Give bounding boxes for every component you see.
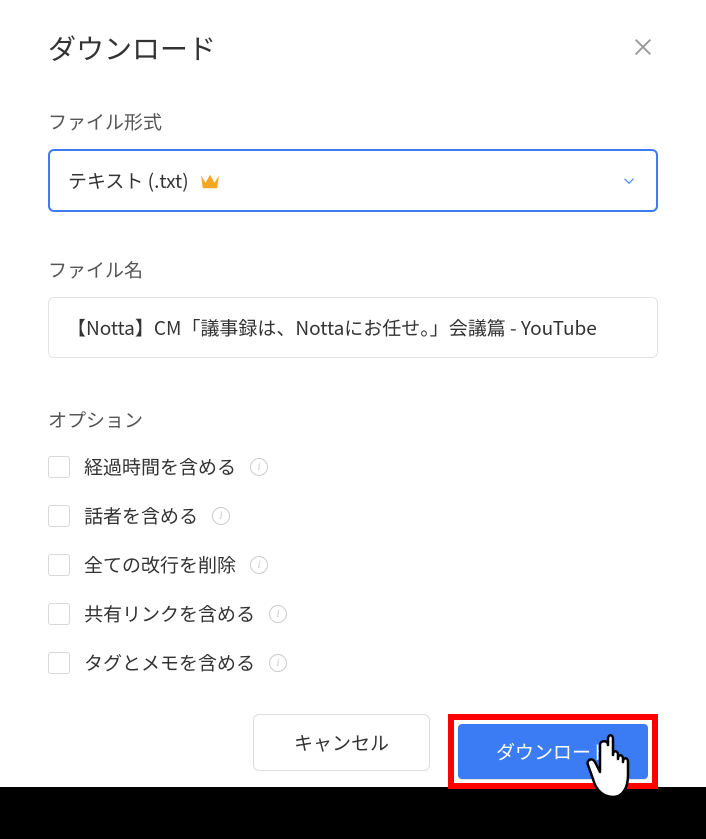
download-modal: ダウンロード ファイル形式 テキスト (.txt) ファイル名 オプション 経過… [0,0,706,787]
info-icon[interactable]: i [250,556,268,574]
cancel-button[interactable]: キャンセル [253,714,430,771]
checkbox-remove-newlines[interactable] [48,554,70,576]
checkbox-elapsed-time[interactable] [48,456,70,478]
option-label: 話者を含める [84,502,198,529]
modal-actions: キャンセル ダウンロード [48,714,658,789]
crown-icon [199,172,221,190]
checkbox-share-link[interactable] [48,603,70,625]
option-label: 全ての改行を削除 [84,551,236,578]
file-name-label: ファイル名 [48,256,658,283]
option-row-elapsed-time: 経過時間を含める i [48,453,658,480]
checkbox-tags-memo[interactable] [48,652,70,674]
checkbox-speaker[interactable] [48,505,70,527]
options-label: オプション [48,406,658,433]
file-format-label: ファイル形式 [48,108,658,135]
close-icon [632,36,654,58]
info-icon[interactable]: i [212,507,230,525]
info-icon[interactable]: i [250,458,268,476]
info-icon[interactable]: i [269,605,287,623]
download-button[interactable]: ダウンロード [458,724,648,779]
chevron-down-icon [620,172,638,190]
file-format-value: テキスト (.txt) [68,167,189,194]
file-name-input-wrap [48,297,658,358]
option-label: 共有リンクを含める [84,600,255,627]
file-name-input[interactable] [67,314,639,341]
modal-title: ダウンロード [48,28,216,68]
download-highlight: ダウンロード [448,714,658,789]
option-label: タグとメモを含める [84,649,255,676]
modal-header: ダウンロード [48,28,658,68]
info-icon[interactable]: i [269,654,287,672]
close-button[interactable] [628,32,658,65]
option-row-share-link: 共有リンクを含める i [48,600,658,627]
option-row-tags-memo: タグとメモを含める i [48,649,658,676]
option-row-remove-newlines: 全ての改行を削除 i [48,551,658,578]
option-row-speaker: 話者を含める i [48,502,658,529]
option-label: 経過時間を含める [84,453,236,480]
file-format-select[interactable]: テキスト (.txt) [48,149,658,212]
